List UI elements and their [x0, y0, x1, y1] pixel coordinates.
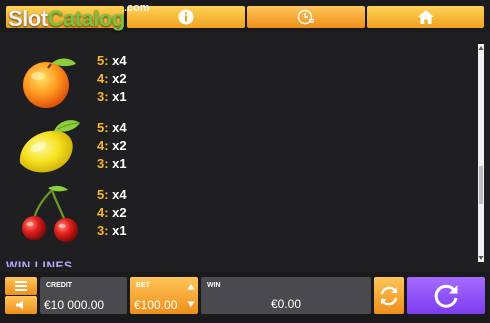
- payout-multiplier: x1: [108, 156, 127, 171]
- payout-multiplier: x2: [108, 138, 127, 153]
- win-panel: WIN €0.00: [201, 277, 371, 314]
- payout-multiplier: x2: [108, 205, 127, 220]
- bet-increase-icon[interactable]: [187, 283, 195, 291]
- scrollbar-thumb[interactable]: [479, 166, 483, 204]
- payout-row: 3: x1: [97, 155, 127, 173]
- payout-count: 4:: [97, 138, 109, 153]
- payout-multiplier: x2: [108, 71, 127, 86]
- win-label: WIN: [207, 282, 221, 289]
- history-clock-icon: [297, 9, 314, 25]
- lemon-payouts: 5: x4 4: x2 3: x1: [97, 119, 127, 173]
- credit-panel: CREDIT €10 000.00: [40, 277, 127, 314]
- cherry-payouts: 5: x4 4: x2 3: x1: [97, 186, 127, 240]
- credit-label: CREDIT: [46, 282, 73, 289]
- payout-count: 5:: [97, 53, 109, 68]
- win-lines-heading: WIN LINES: [6, 259, 73, 267]
- credit-value: €10 000.00: [44, 298, 105, 312]
- bet-panel[interactable]: BET €100.00: [130, 277, 198, 314]
- payout-count: 3:: [97, 89, 109, 104]
- payout-row: 5: x4: [97, 119, 127, 137]
- win-value: €0.00: [270, 297, 302, 311]
- watermark-slot-text: Slot: [8, 6, 48, 31]
- payout-multiplier: x1: [108, 223, 127, 238]
- spin-arrow-icon: [434, 284, 458, 308]
- payout-multiplier: x4: [108, 120, 127, 135]
- speaker-icon: [16, 300, 23, 310]
- orange-symbol-icon: [23, 58, 76, 108]
- payout-row: 3: x1: [97, 222, 127, 240]
- tab-home[interactable]: [367, 6, 484, 28]
- payout-count: 5:: [97, 120, 109, 135]
- autoplay-arrows-icon: [380, 286, 398, 305]
- payout-multiplier: x4: [108, 53, 127, 68]
- payout-multiplier: x4: [108, 187, 127, 202]
- payout-row: 4: x2: [97, 70, 127, 88]
- sound-button[interactable]: [5, 296, 37, 314]
- payout-multiplier: x1: [108, 89, 127, 104]
- scroll-up-arrow-icon[interactable]: [478, 44, 484, 52]
- payout-count: 3:: [97, 223, 109, 238]
- watermark-catalog-text: Catalog: [47, 6, 126, 31]
- paytable-scrollbar[interactable]: [478, 44, 484, 262]
- scroll-down-arrow-icon[interactable]: [478, 254, 484, 262]
- info-icon: [178, 9, 194, 25]
- bet-decrease-icon[interactable]: [187, 300, 195, 308]
- hamburger-icon: [15, 281, 27, 291]
- spin-button[interactable]: [407, 277, 485, 314]
- menu-button[interactable]: [5, 277, 37, 295]
- payout-row: 4: x2: [97, 204, 127, 222]
- tab-history[interactable]: [247, 6, 365, 28]
- payout-count: 3:: [97, 156, 109, 171]
- home-icon: [417, 10, 434, 24]
- payout-count: 4:: [97, 71, 109, 86]
- payout-row: 5: x4: [97, 52, 127, 70]
- payout-row: 5: x4: [97, 186, 127, 204]
- watermark-com-text: .com: [124, 2, 150, 14]
- lemon-symbol-icon: [19, 120, 81, 173]
- payout-row: 3: x1: [97, 88, 127, 106]
- payout-row: 4: x2: [97, 137, 127, 155]
- bet-label: BET: [136, 282, 150, 289]
- bet-value: €100.00: [134, 298, 178, 312]
- slotcatalog-watermark: SlotCatalog .com: [8, 2, 150, 32]
- orange-payouts: 5: x4 4: x2 3: x1: [97, 52, 127, 106]
- payout-count: 5:: [97, 187, 109, 202]
- payout-count: 4:: [97, 205, 109, 220]
- autoplay-button[interactable]: [374, 277, 404, 314]
- cherry-symbol-icon: [22, 185, 78, 242]
